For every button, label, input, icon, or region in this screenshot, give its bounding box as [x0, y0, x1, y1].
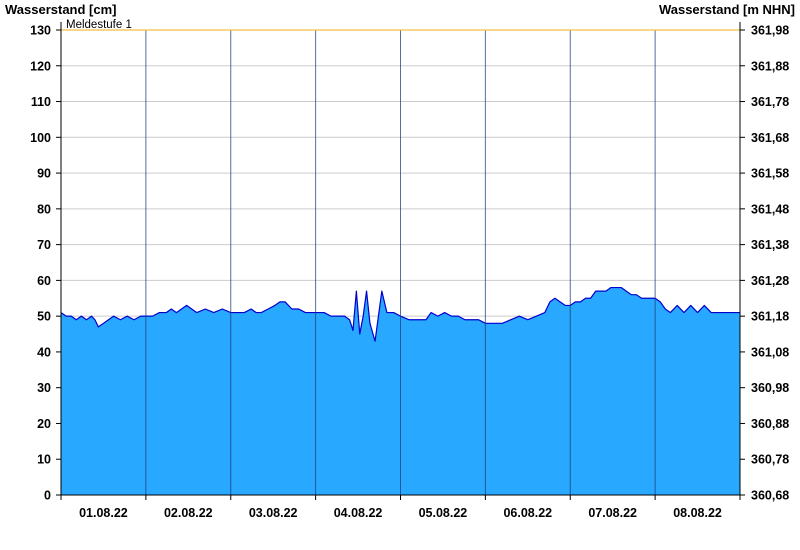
- right-axis-title: Wasserstand [m NHN]: [659, 2, 795, 17]
- x-tick-label: 08.08.22: [673, 506, 722, 520]
- x-tick-label: 07.08.22: [588, 506, 637, 520]
- right-tick-label: 361,48: [751, 202, 789, 216]
- left-tick-label: 50: [37, 310, 51, 324]
- right-tick-label: 361,18: [751, 310, 789, 324]
- left-axis-title: Wasserstand [cm]: [5, 2, 117, 17]
- right-tick-label: 360,68: [751, 489, 789, 503]
- left-tick-label: 10: [37, 453, 51, 467]
- left-tick-label: 30: [37, 381, 51, 395]
- x-tick-label: 05.08.22: [419, 506, 468, 520]
- right-tick-label: 360,78: [751, 453, 789, 467]
- left-tick-label: 110: [31, 95, 51, 109]
- right-tick-label: 361,58: [751, 167, 789, 181]
- right-tick-label: 361,98: [751, 24, 789, 38]
- right-tick-label: 361,28: [751, 274, 789, 288]
- x-tick-label: 06.08.22: [503, 506, 552, 520]
- right-tick-label: 361,68: [751, 131, 789, 145]
- x-axis-ticks: 01.08.22 02.08.22 03.08.22 04.08.22 05.08.22…: [60, 495, 741, 520]
- left-tick-label: 40: [37, 345, 51, 359]
- left-tick-label: 0: [44, 489, 51, 503]
- right-tick-label: 361,88: [751, 59, 789, 73]
- right-tick-label: 361,38: [751, 238, 789, 252]
- right-axis-ticks: 360,68 360,78 360,88 360,98 361,08 361,18 361,…: [740, 24, 789, 503]
- right-tick-label: 361,08: [751, 345, 789, 359]
- x-tick-label: 02.08.22: [164, 506, 213, 520]
- left-tick-label: 130: [30, 24, 51, 38]
- left-tick-label: 100: [30, 131, 51, 145]
- right-tick-label: 360,88: [751, 417, 789, 431]
- left-tick-label: 80: [37, 202, 51, 216]
- left-tick-label: 90: [37, 167, 51, 181]
- right-tick-label: 361,78: [751, 95, 789, 109]
- x-tick-label: 03.08.22: [249, 506, 298, 520]
- water-level-chart: Meldestufe 1 0 10 20 30 40 50 60 70 80 90 100 110 12…: [5, 2, 795, 520]
- left-axis-ticks: 0 10 20 30 40 50 60 70 80 90 100 110 120 130: [30, 24, 61, 503]
- left-tick-label: 20: [37, 417, 51, 431]
- x-tick-label: 01.08.22: [79, 506, 128, 520]
- x-tick-label: 04.08.22: [334, 506, 383, 520]
- left-tick-label: 60: [37, 274, 51, 288]
- left-tick-label: 70: [37, 238, 51, 252]
- left-tick-label: 120: [30, 59, 51, 73]
- threshold-label: Meldestufe 1: [66, 19, 132, 31]
- right-tick-label: 360,98: [751, 381, 789, 395]
